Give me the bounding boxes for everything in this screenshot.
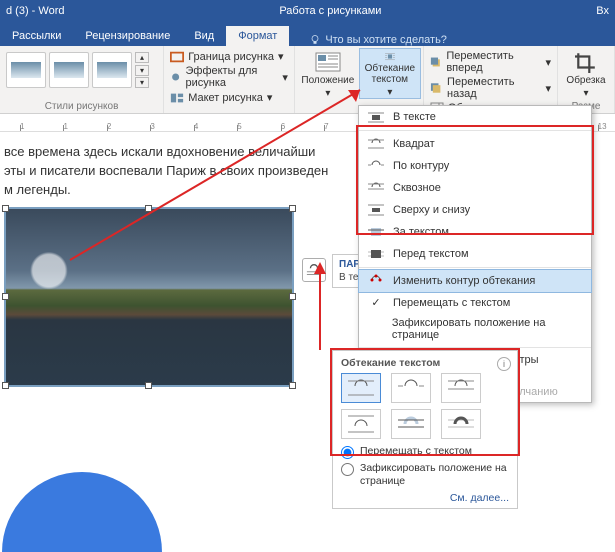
effects-icon: [170, 71, 181, 83]
crop-button[interactable]: Обрезка▾: [560, 48, 612, 99]
layout-icon: [170, 92, 184, 104]
bring-forward-button[interactable]: Переместить вперед▾: [430, 50, 551, 74]
wrap-topbottom-icon: [367, 203, 385, 217]
wrap-text-button[interactable]: Обтекание текстом▾: [359, 48, 421, 99]
title-bar: d (3) - Word Работа с рисунками Вх: [0, 0, 615, 22]
account-label[interactable]: Вх: [596, 5, 609, 17]
wrap-infront[interactable]: Перед текстом: [359, 243, 591, 265]
pane-title: Обтекание текстом: [341, 357, 509, 369]
resize-handle[interactable]: [2, 293, 9, 300]
shape-object[interactable]: [2, 472, 162, 552]
wrap-square-icon: [306, 263, 322, 277]
group-label-styles: Стили рисунков: [0, 101, 163, 112]
layout-options-button[interactable]: [302, 258, 326, 282]
context-tab-label: Работа с рисунками: [64, 5, 596, 17]
tab-mailings[interactable]: Рассылки: [0, 26, 73, 46]
style-thumb[interactable]: [49, 52, 89, 88]
style-thumb[interactable]: [92, 52, 132, 88]
move-with-text[interactable]: ✓Перемещать с текстом: [359, 292, 591, 313]
wrap-behind[interactable]: За текстом: [359, 221, 591, 243]
gallery-up-icon[interactable]: ▴: [135, 52, 149, 63]
resize-handle[interactable]: [2, 382, 9, 389]
wrap-behind-icon: [367, 225, 385, 239]
gallery-down-icon[interactable]: ▾: [135, 65, 149, 76]
pane-wrap-infront[interactable]: [441, 409, 481, 439]
wrap-text-icon: [376, 52, 404, 61]
see-more-link[interactable]: См. далее...: [341, 492, 509, 504]
pane-wrap-through[interactable]: [441, 373, 481, 403]
resize-handle[interactable]: [145, 382, 152, 389]
bring-forward-icon: [430, 56, 442, 68]
layout-options-pane: i Обтекание текстом Перемещать с текстом…: [332, 350, 518, 509]
picture-border-button[interactable]: Граница рисунка▾: [170, 50, 288, 63]
tab-format[interactable]: Формат: [226, 26, 289, 46]
resize-handle[interactable]: [289, 293, 296, 300]
gallery-more-icon[interactable]: ▾: [135, 77, 149, 88]
wrap-square-icon: [367, 137, 385, 151]
pane-wrap-topbottom[interactable]: [341, 409, 381, 439]
send-backward-icon: [430, 82, 443, 94]
radio-move-with-text[interactable]: Перемещать с текстом: [341, 445, 509, 459]
tell-me[interactable]: Что вы хотите сделать?: [289, 34, 615, 46]
resize-handle[interactable]: [2, 205, 9, 212]
wrap-square[interactable]: Квадрат: [359, 133, 591, 155]
tab-view[interactable]: Вид: [182, 26, 226, 46]
position-icon: [314, 51, 342, 73]
picture-styles-gallery[interactable]: ▴ ▾ ▾: [6, 48, 157, 88]
tab-review[interactable]: Рецензирование: [73, 26, 182, 46]
ribbon: ▴ ▾ ▾ Стили рисунков Граница рисунка▾ Эф…: [0, 46, 615, 114]
style-thumb[interactable]: [6, 52, 46, 88]
wrap-inline[interactable]: В тексте: [359, 106, 591, 128]
resize-handle[interactable]: [289, 205, 296, 212]
position-button[interactable]: Положение▾: [297, 48, 359, 99]
resize-handle[interactable]: [289, 382, 296, 389]
info-icon[interactable]: i: [497, 357, 511, 371]
crop-icon: [572, 51, 600, 73]
wrap-tight[interactable]: По контуру: [359, 155, 591, 177]
pane-wrap-square[interactable]: [341, 373, 381, 403]
border-icon: [170, 51, 184, 63]
lightbulb-icon: [309, 34, 321, 46]
document-title: d (3) - Word: [6, 5, 64, 17]
wrap-infront-icon: [367, 247, 385, 261]
wrap-inline-icon: [367, 110, 385, 124]
edit-wrap-points[interactable]: Изменить контур обтекания: [358, 269, 592, 293]
check-icon: ✓: [367, 296, 385, 309]
wrap-through-icon: [367, 181, 385, 195]
resize-handle[interactable]: [145, 205, 152, 212]
wrap-tight-icon: [367, 159, 385, 173]
edit-points-icon: [367, 274, 385, 288]
ribbon-tabs: Рассылки Рецензирование Вид Формат Что в…: [0, 22, 615, 46]
radio-fix-on-page[interactable]: Зафиксировать положение на странице: [341, 462, 509, 488]
wrap-topbottom[interactable]: Сверху и снизу: [359, 199, 591, 221]
selected-image[interactable]: [4, 207, 294, 387]
pane-wrap-behind[interactable]: [391, 409, 431, 439]
send-backward-button[interactable]: Переместить назад▾: [430, 76, 551, 100]
wrap-through[interactable]: Сквозное: [359, 177, 591, 199]
picture-layout-button[interactable]: Макет рисунка▾: [170, 91, 288, 104]
fix-on-page[interactable]: Зафиксировать положение на странице: [359, 313, 591, 345]
pane-wrap-tight[interactable]: [391, 373, 431, 403]
picture-effects-button[interactable]: Эффекты для рисунка▾: [170, 65, 288, 89]
